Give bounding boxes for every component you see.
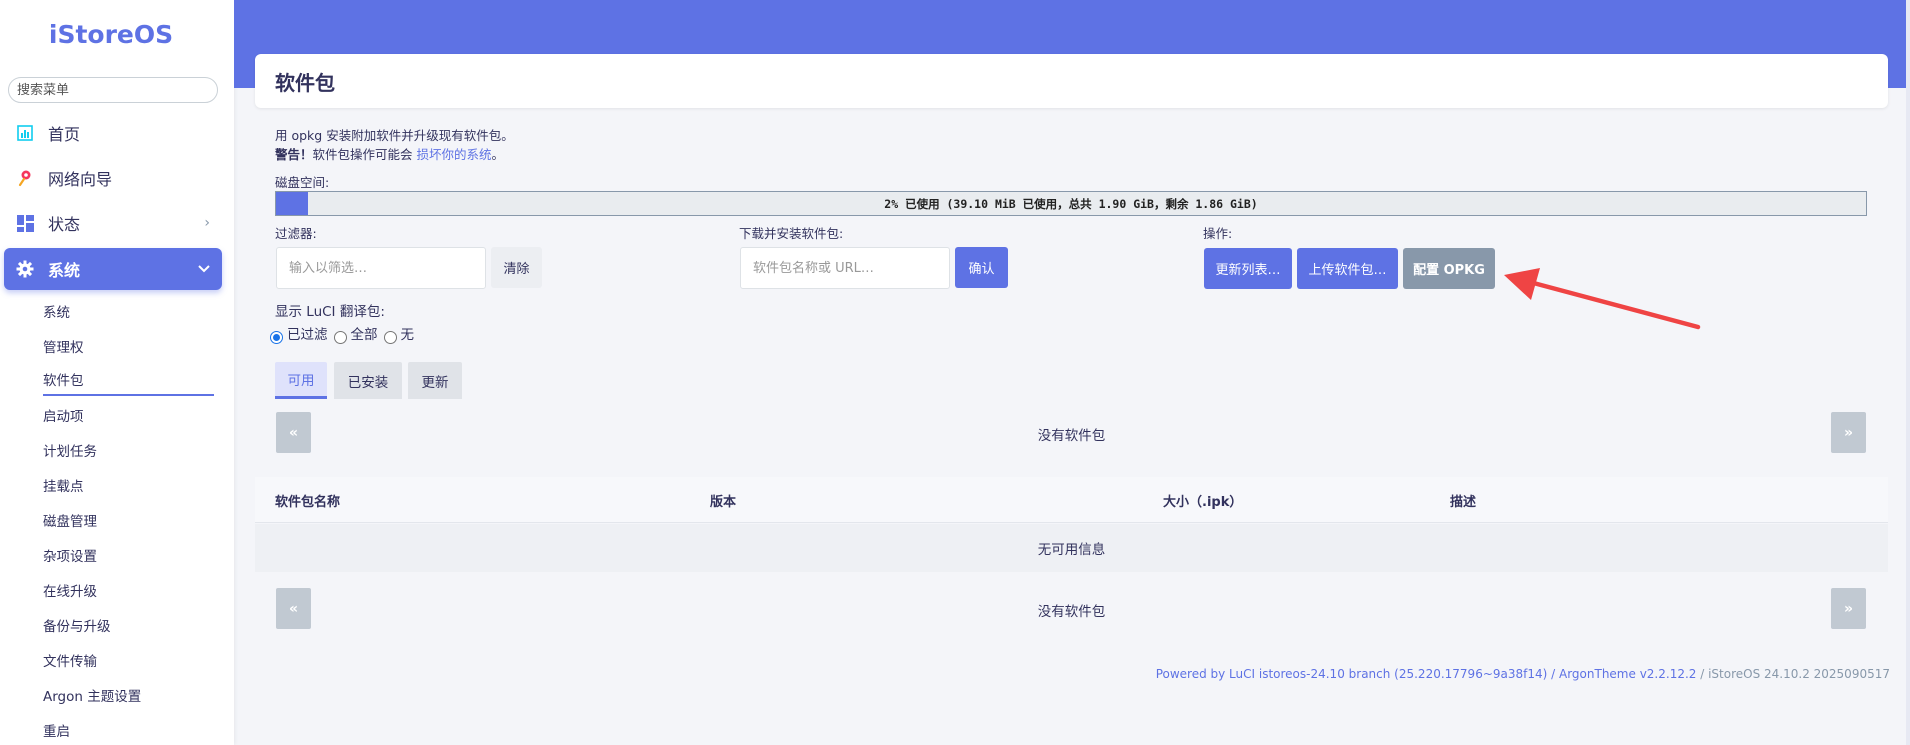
warning-text: 软件包操作可能会 bbox=[312, 147, 417, 162]
status-icon bbox=[14, 212, 36, 234]
page-title: 软件包 bbox=[275, 70, 335, 95]
subnav-reboot[interactable]: 重启 bbox=[43, 714, 214, 745]
table-empty-row: 无可用信息 bbox=[255, 524, 1888, 572]
filter-input[interactable] bbox=[276, 247, 486, 289]
col-description: 描述 bbox=[1450, 495, 1477, 510]
chevron-down-icon bbox=[198, 261, 210, 277]
chevron-right-icon: › bbox=[204, 215, 210, 231]
warning-link[interactable]: 损坏你的系统 bbox=[417, 147, 492, 162]
filter-label: 过滤器: bbox=[275, 226, 317, 241]
configure-opkg-button[interactable]: 配置 OPKG bbox=[1403, 248, 1495, 289]
pager-status: 没有软件包 bbox=[1037, 428, 1106, 444]
footer: Powered by LuCI istoreos-24.10 branch (2… bbox=[1156, 667, 1890, 681]
confirm-install-button[interactable]: 确认 bbox=[955, 247, 1008, 288]
subnav-argon-settings[interactable]: Argon 主题设置 bbox=[43, 679, 214, 711]
download-label: 下载并安装软件包: bbox=[739, 226, 844, 241]
disk-space-label: 磁盘空间: bbox=[275, 175, 330, 190]
description-line: 用 opkg 安装附加软件并升级现有软件包。 bbox=[275, 128, 514, 143]
title-card: 软件包 bbox=[255, 54, 1888, 108]
scrollbar-gutter bbox=[1906, 0, 1910, 745]
update-lists-button[interactable]: 更新列表… bbox=[1204, 248, 1292, 289]
radio-none-dot[interactable] bbox=[383, 330, 397, 344]
nav-item-status[interactable]: 状态 › bbox=[4, 202, 222, 244]
subnav-system[interactable]: 系统 bbox=[43, 295, 214, 327]
radio-filtered-label: 已过滤 bbox=[287, 327, 328, 343]
package-url-input[interactable] bbox=[740, 247, 950, 289]
actions-label: 操作: bbox=[1203, 226, 1233, 241]
radio-none[interactable]: 无 bbox=[383, 323, 415, 344]
nav-label-system: 系统 bbox=[48, 261, 81, 280]
disk-usage-text: 2% 已使用 (39.10 MiB 已使用，总共 1.90 GiB，剩余 1.8… bbox=[884, 196, 1258, 211]
translations-label: 显示 LuCI 翻译包: bbox=[275, 304, 385, 320]
subnav-mount-points[interactable]: 挂载点 bbox=[43, 469, 214, 501]
subnav-backup-upgrade[interactable]: 备份与升级 bbox=[43, 609, 214, 641]
translations-radio-group: 已过滤 全部 无 bbox=[270, 323, 420, 344]
radio-none-label: 无 bbox=[400, 327, 415, 343]
subnav-disk-management[interactable]: 磁盘管理 bbox=[43, 504, 214, 536]
table-header: 软件包名称 版本 大小（.ipk） 描述 bbox=[255, 477, 1888, 523]
subnav-online-upgrade[interactable]: 在线升级 bbox=[43, 574, 214, 606]
next-page-button[interactable]: » bbox=[1831, 412, 1866, 453]
col-size: 大小（.ipk） bbox=[1163, 495, 1243, 510]
clear-filter-button[interactable]: 清除 bbox=[491, 247, 542, 288]
sidebar: iStoreOS 首页 网络向导 状态 › 系统 系统 管理权 软件包 启动项 … bbox=[0, 0, 234, 745]
warning-suffix: 。 bbox=[491, 147, 505, 162]
pager-status-bottom: 没有软件包 bbox=[1037, 604, 1106, 620]
subnav-misc-settings[interactable]: 杂项设置 bbox=[43, 539, 214, 571]
warning-prefix: 警告！ bbox=[275, 147, 313, 162]
tab-installed[interactable]: 已安装 bbox=[334, 362, 402, 399]
radio-all[interactable]: 全部 bbox=[333, 323, 378, 344]
subnav-software[interactable]: 软件包 bbox=[43, 364, 214, 396]
nav-label-status: 状态 bbox=[48, 215, 81, 234]
nav-item-system[interactable]: 系统 bbox=[4, 248, 222, 290]
logo[interactable]: iStoreOS bbox=[0, 20, 222, 49]
warning-line: 警告！软件包操作可能会 损坏你的系统。 bbox=[275, 144, 504, 163]
gear-icon bbox=[14, 258, 36, 280]
radio-all-label: 全部 bbox=[350, 327, 378, 343]
wizard-icon bbox=[14, 167, 36, 189]
tab-available[interactable]: 可用 bbox=[275, 362, 327, 399]
disk-usage-bar: 2% 已使用 (39.10 MiB 已使用，总共 1.90 GiB，剩余 1.8… bbox=[275, 191, 1867, 216]
footer-powered-by[interactable]: Powered by LuCI istoreos-24.10 branch (2… bbox=[1156, 667, 1697, 681]
subnav-startup[interactable]: 启动项 bbox=[43, 399, 214, 431]
subnav-admin[interactable]: 管理权 bbox=[43, 330, 214, 362]
dashboard-icon bbox=[14, 122, 36, 144]
col-package-name: 软件包名称 bbox=[275, 495, 341, 510]
annotation-arrow-icon bbox=[1504, 268, 1701, 330]
radio-filtered[interactable]: 已过滤 bbox=[270, 323, 328, 344]
nav-label-home: 首页 bbox=[48, 125, 81, 144]
radio-all-dot[interactable] bbox=[333, 330, 347, 344]
radio-filtered-dot[interactable] bbox=[270, 330, 283, 344]
nav-item-home[interactable]: 首页 bbox=[4, 112, 222, 154]
subnav-scheduled-tasks[interactable]: 计划任务 bbox=[43, 434, 214, 466]
next-page-button-bottom[interactable]: » bbox=[1831, 588, 1866, 629]
upload-package-button[interactable]: 上传软件包… bbox=[1297, 248, 1398, 289]
col-version: 版本 bbox=[710, 495, 737, 510]
tab-updates[interactable]: 更新 bbox=[408, 362, 462, 399]
search-menu-input[interactable] bbox=[8, 77, 218, 103]
nav-item-network-wizard[interactable]: 网络向导 bbox=[4, 157, 222, 199]
footer-version: / iStoreOS 24.10.2 2025090517 bbox=[1696, 667, 1890, 681]
nav-label-network-wizard: 网络向导 bbox=[48, 170, 113, 189]
subnav-file-transfer[interactable]: 文件传输 bbox=[43, 644, 214, 676]
